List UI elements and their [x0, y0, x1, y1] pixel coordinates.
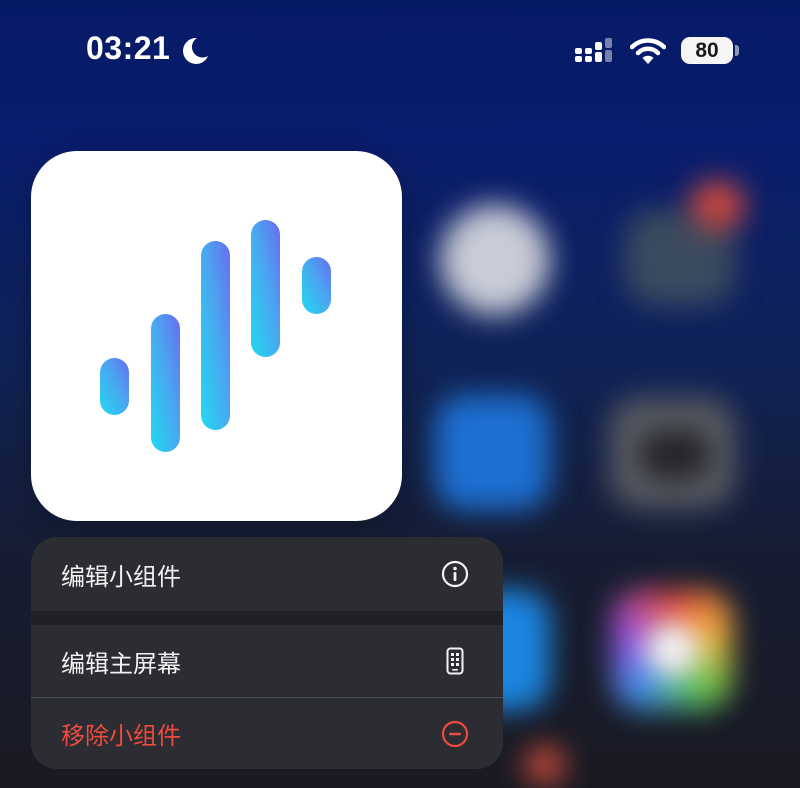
menu-item-label: 编辑主屏幕	[61, 649, 181, 678]
menu-group-divider	[31, 611, 503, 625]
moon-icon	[180, 36, 210, 70]
battery-indicator: 80	[681, 37, 733, 64]
menu-item-edit-home-screen[interactable]: 编辑主屏幕	[31, 625, 503, 697]
battery-level: 80	[695, 38, 719, 62]
menu-item-label: 编辑小组件	[61, 562, 181, 591]
menu-item-label: 移除小组件	[61, 722, 181, 750]
widget-preview[interactable]	[31, 151, 402, 521]
cellular-signal-icon	[575, 36, 619, 70]
status-time: 03:21	[86, 30, 171, 66]
minus-circle-icon	[441, 720, 469, 748]
phone-screen-icon	[441, 647, 469, 675]
info-circle-icon	[441, 560, 469, 588]
context-menu: 编辑小组件 编辑主屏幕 移除小组件	[31, 537, 503, 769]
sound-wave-bars-icon	[100, 220, 331, 452]
battery-cap	[735, 45, 739, 56]
wifi-icon	[629, 36, 667, 70]
status-bar: 03:21 80	[0, 0, 800, 100]
menu-item-remove-widget[interactable]: 移除小组件	[31, 698, 503, 769]
menu-item-edit-widget[interactable]: 编辑小组件	[31, 537, 503, 611]
